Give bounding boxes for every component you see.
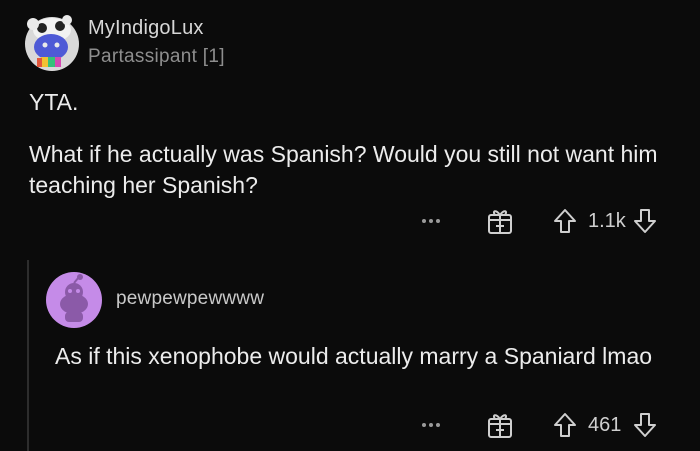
award-gift-icon[interactable] bbox=[486, 207, 514, 235]
reply-body: As if this xenophobe would actually marr… bbox=[55, 343, 653, 369]
thread-line[interactable] bbox=[27, 260, 29, 451]
upvote-arrow-icon[interactable] bbox=[552, 411, 578, 439]
downvote-arrow-icon[interactable] bbox=[632, 207, 658, 235]
comment-paragraph: YTA. bbox=[29, 89, 79, 115]
comment-username[interactable]: MyIndigoLux bbox=[88, 17, 204, 40]
user-flair: Partassipant [1] bbox=[88, 46, 225, 67]
more-options-icon[interactable] bbox=[418, 410, 444, 440]
comment-actions: 1.1k bbox=[418, 206, 658, 236]
more-options-icon[interactable] bbox=[418, 206, 444, 236]
downvote-arrow-icon[interactable] bbox=[632, 411, 658, 439]
vote-score: 1.1k bbox=[588, 209, 626, 232]
reply-avatar[interactable] bbox=[46, 272, 102, 328]
comment-paragraph: What if he actually was Spanish? Would y… bbox=[29, 141, 658, 198]
reply-username[interactable]: pewpewpewwww bbox=[116, 288, 264, 310]
reply-actions: 461 bbox=[418, 410, 658, 440]
snoo-avatar-icon bbox=[25, 15, 79, 71]
vote-score: 461 bbox=[588, 413, 622, 436]
snoo-avatar-icon bbox=[46, 272, 102, 328]
user-avatar[interactable] bbox=[20, 10, 80, 72]
upvote-arrow-icon[interactable] bbox=[552, 207, 578, 235]
award-gift-icon[interactable] bbox=[486, 411, 514, 439]
